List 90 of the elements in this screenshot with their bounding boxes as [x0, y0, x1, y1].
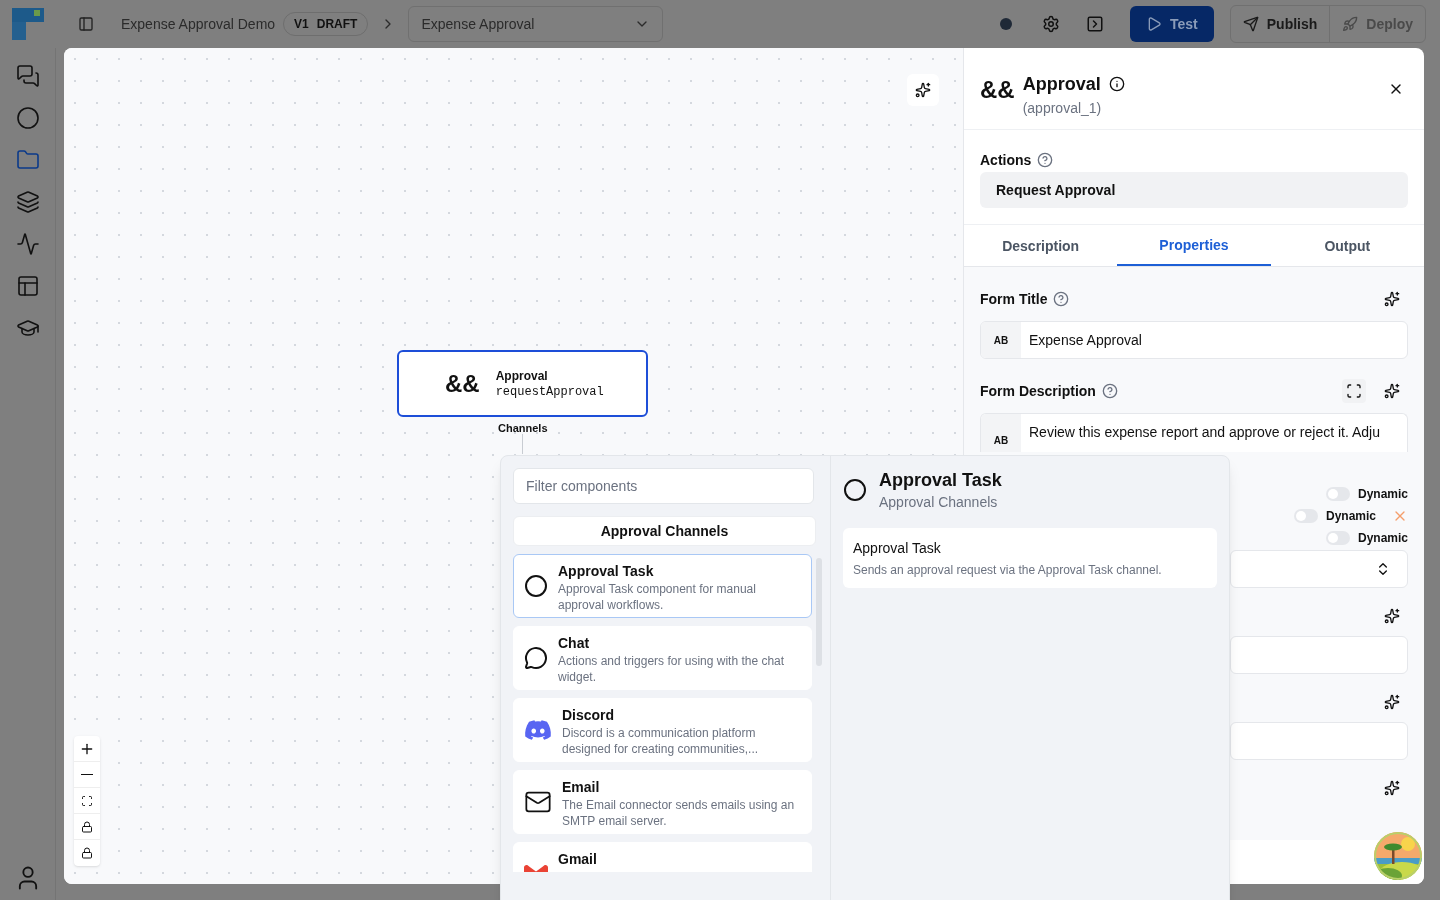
action-description: Sends an approval request via the Approval Task channel.	[853, 562, 1163, 578]
component-title: Gmail	[558, 850, 597, 869]
sparkle-icon[interactable]	[1384, 608, 1400, 624]
workflow-name: Expense Approval Demo	[121, 15, 276, 34]
component-description: Discord is a communication platform designed for creating communities,...	[562, 725, 760, 757]
pulse-icon[interactable]	[15, 232, 40, 256]
connector-line	[522, 434, 523, 454]
form-description-field[interactable]: AB Review this expense report and approve or reject it. Adju	[980, 413, 1408, 452]
detail-subtitle: Approval Channels	[879, 493, 999, 512]
toggle-switch[interactable]	[1325, 487, 1350, 501]
category-header: Approval Channels	[513, 516, 816, 546]
send-icon	[1242, 16, 1259, 32]
sparkle-icon[interactable]	[1384, 291, 1400, 307]
input-field[interactable]	[1230, 722, 1408, 760]
expand-button[interactable]	[1342, 379, 1366, 403]
actions-label: Actions	[980, 151, 1032, 170]
settings-icon[interactable]	[1042, 15, 1060, 33]
component-title: Approval Task	[558, 562, 655, 581]
terminal-icon[interactable]	[1086, 15, 1104, 33]
text-type-tag: AB	[981, 322, 1021, 358]
circle-icon	[524, 574, 548, 598]
chats-icon[interactable]	[15, 64, 40, 88]
panel-tab[interactable]: Description	[964, 225, 1118, 266]
layers-icon[interactable]	[15, 190, 40, 214]
node-subtitle: requestApproval	[495, 383, 604, 400]
page-select[interactable]: Expense Approval	[408, 6, 664, 42]
node-id: (approval_1)	[1022, 99, 1103, 118]
circle-icon[interactable]	[15, 106, 40, 130]
sparkle-icon[interactable]	[1384, 383, 1400, 399]
folder-icon[interactable]	[15, 148, 40, 172]
lock-icon	[81, 847, 93, 859]
fit-view-icon	[81, 794, 93, 807]
action-select[interactable]: Request Approval	[980, 172, 1408, 208]
status-label: DRAFT	[316, 16, 358, 32]
minus-icon	[81, 773, 93, 776]
sparkle-icon	[915, 82, 931, 98]
help-icon[interactable]	[1101, 383, 1118, 399]
sparkle-button[interactable]	[907, 74, 939, 106]
approval-node[interactable]: && Approval requestApproval	[397, 350, 648, 417]
chat-bubble-icon	[524, 646, 548, 670]
action-card[interactable]: Approval Task Sends an approval request via the Approval Task channel.	[843, 528, 1217, 588]
test-button[interactable]: Test	[1130, 6, 1214, 42]
toggle-label: Dynamic	[1357, 530, 1408, 546]
panel-glyph: &&	[980, 75, 1015, 105]
text-type-tag: AB	[981, 414, 1021, 452]
toggle-switch[interactable]	[1325, 531, 1350, 545]
publish-button[interactable]: Publish	[1230, 6, 1331, 42]
component-item[interactable]: Email The Email connector sends emails using an SMTP email server.	[513, 770, 812, 834]
sparkle-icon[interactable]	[1384, 780, 1400, 796]
sidebar-toggle-icon[interactable]	[78, 16, 94, 32]
action-title: Approval Task	[853, 539, 942, 558]
logo-icon	[12, 8, 44, 40]
form-title-field[interactable]: AB Expense Approval	[980, 321, 1408, 359]
field-label: Form Title	[980, 290, 1048, 309]
filter-field[interactable]: Filter components	[513, 468, 814, 504]
node-title: Approval	[495, 367, 549, 384]
toggle-label: Dynamic	[1357, 486, 1408, 502]
table-icon[interactable]	[15, 274, 40, 298]
help-icon[interactable]	[1053, 291, 1070, 307]
rocket-icon	[1342, 16, 1359, 32]
select-field[interactable]	[1230, 550, 1408, 588]
expand-icon	[1346, 383, 1362, 399]
field-label: Form Description	[980, 382, 1096, 401]
node-glyph: &&	[445, 368, 480, 399]
component-title: Email	[562, 778, 601, 797]
version-label: V1	[294, 16, 309, 32]
input-field[interactable]	[1230, 636, 1408, 674]
component-description: Approval Task component for manual approval workflows.	[558, 581, 757, 613]
lock-icon	[81, 820, 93, 833]
component-item[interactable]: Gmail	[513, 842, 812, 872]
component-item[interactable]: Approval Task Approval Task component for manual approval workflows.	[513, 554, 812, 618]
toggle-label: Dynamic	[1325, 508, 1376, 524]
panel-tab[interactable]: Output	[1270, 225, 1424, 266]
component-item[interactable]: Chat Actions and triggers for using with the chat widget.	[513, 626, 812, 690]
sparkle-icon[interactable]	[1384, 694, 1400, 710]
component-title: Chat	[558, 634, 591, 653]
help-icon[interactable]	[1037, 152, 1054, 168]
component-title: Discord	[562, 706, 616, 725]
play-icon	[1146, 16, 1162, 32]
component-description: The Email connector sends emails using an SMTP email server.	[562, 797, 796, 829]
component-description: Actions and triggers for using with the chat widget.	[558, 653, 786, 685]
port-label: Channels	[498, 421, 548, 436]
detail-title: Approval Task	[879, 469, 1002, 492]
field-value: Expense Approval	[1028, 331, 1143, 350]
circle-icon	[843, 478, 867, 502]
field-value: Review this expense report and approve or reject it. Adju	[1028, 423, 1381, 442]
component-item[interactable]: Discord Discord is a communication platform designed for creating communities,...	[513, 698, 812, 762]
info-icon[interactable]	[1108, 76, 1125, 92]
panel-title: Approval	[1022, 73, 1101, 96]
toggle-switch[interactable]	[1293, 509, 1318, 523]
